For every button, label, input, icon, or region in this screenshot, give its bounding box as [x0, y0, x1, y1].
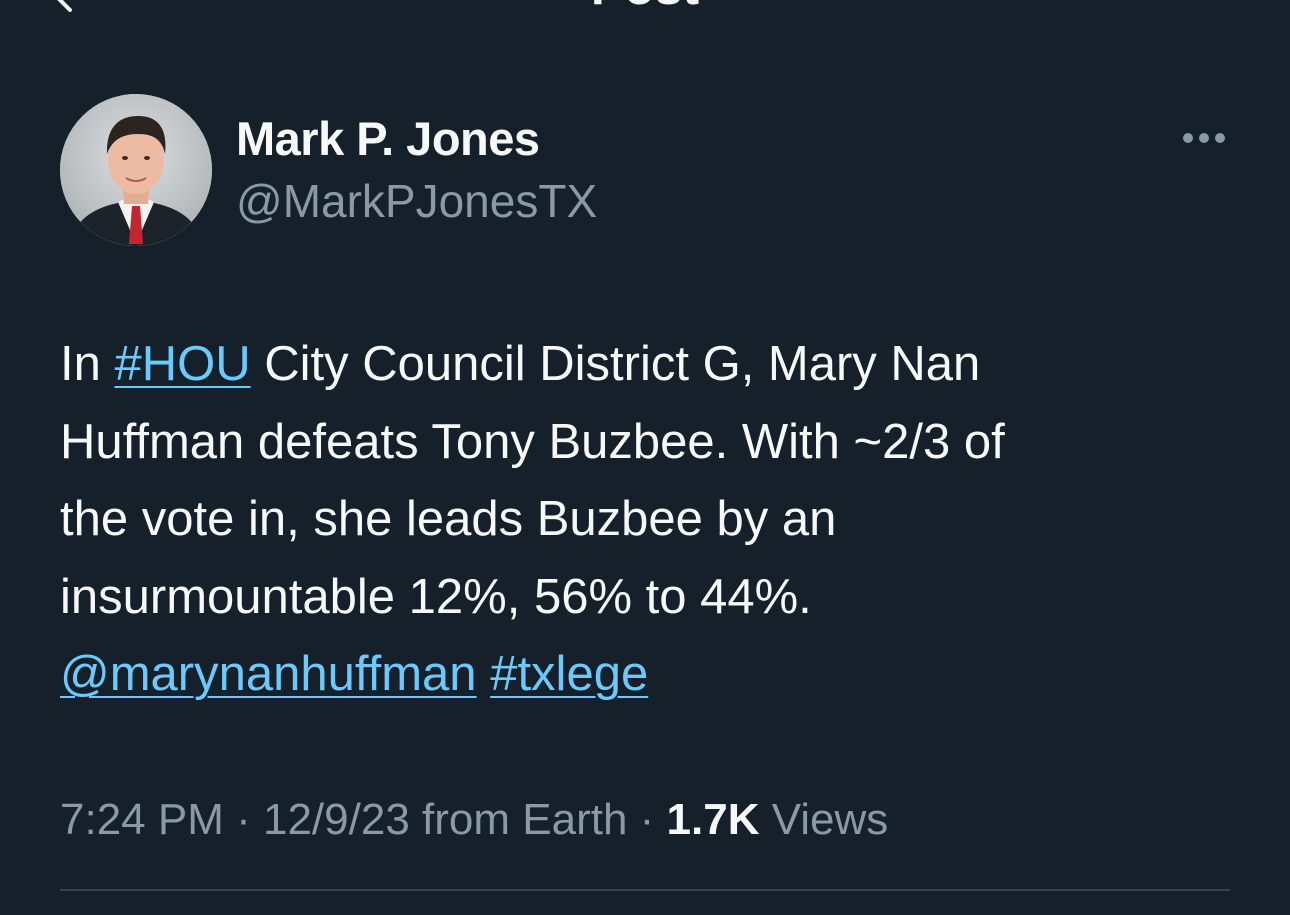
text-segment: In	[60, 337, 115, 391]
author-name[interactable]: Mark P. Jones	[236, 112, 540, 166]
hashtag-link-hou[interactable]: #HOU	[114, 337, 250, 391]
author-handle[interactable]: @MarkPJonesTX	[236, 174, 597, 228]
mention-link[interactable]: @marynanhuffman	[60, 647, 477, 701]
divider	[60, 889, 1230, 891]
meta-separator: ·	[627, 795, 667, 844]
avatar-photo	[60, 94, 212, 246]
tweet-date[interactable]: 12/9/23	[263, 795, 410, 844]
top-bar: Post	[0, 0, 1290, 20]
ellipsis-horizontal-icon[interactable]	[1178, 126, 1230, 150]
tweet-line-3: the vote in, she leads Buzbee by an	[60, 492, 837, 546]
page-title: Post	[0, 0, 1290, 12]
tweet-line-1: In #HOU City Council District G, Mary Na…	[60, 326, 1240, 404]
hashtag-link-txlege[interactable]: #txlege	[490, 647, 648, 701]
text-segment	[477, 647, 491, 701]
views-count[interactable]: 1.7K	[667, 795, 760, 844]
tweet-text: In #HOU City Council District G, Mary Na…	[60, 326, 1240, 714]
tweet-line-2: Huffman defeats Tony Buzbee. With ~2/3 o…	[60, 414, 1005, 469]
tweet-source: from Earth	[409, 795, 628, 844]
views-label: Views	[759, 795, 889, 844]
tweet-line-4: insurmountable 12%, 56% to 44%.	[60, 569, 812, 624]
text-segment: City Council District G, Mary Nan	[250, 337, 981, 391]
meta-separator: ·	[223, 795, 263, 844]
tweet-time[interactable]: 7:24 PM	[60, 795, 224, 844]
tweet-meta: 7:24 PM · 12/9/23 from Earth · 1.7K View…	[60, 792, 888, 848]
avatar[interactable]	[60, 94, 212, 246]
tweet-line-5: @marynanhuffman #txlege	[60, 636, 1240, 714]
post-detail-screen: Post	[0, 0, 1290, 915]
